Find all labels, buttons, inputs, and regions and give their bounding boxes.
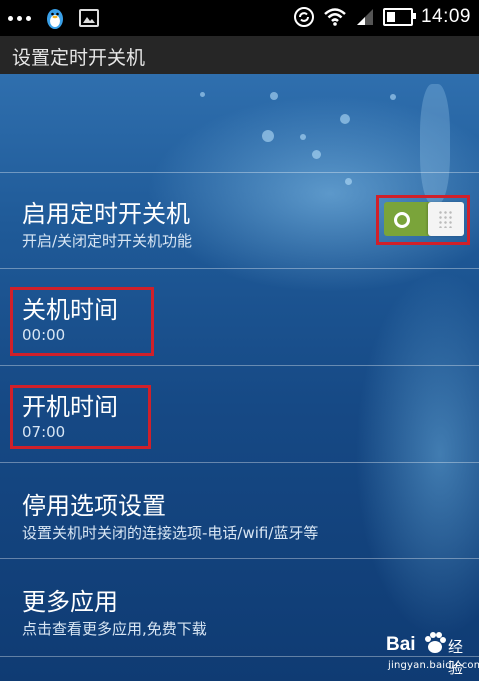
water-drop	[390, 94, 396, 100]
highlight-box-boot	[10, 385, 151, 449]
more-notifications-icon	[8, 15, 31, 21]
water-drop	[270, 92, 278, 100]
baidu-jingyan-watermark: Bai 经验 jingyan.baidu.com	[378, 626, 479, 678]
highlight-box-shutdown	[10, 287, 154, 356]
signal-icon	[356, 9, 373, 25]
qq-penguin-icon	[47, 9, 63, 29]
setting-summary: 开启/关闭定时开关机功能	[22, 232, 193, 250]
water-drop	[300, 134, 306, 140]
water-drop	[312, 150, 321, 159]
water-drop	[340, 114, 350, 124]
setting-label: 更多应用	[22, 588, 118, 616]
image-notification-icon	[79, 9, 99, 27]
sync-icon	[293, 7, 314, 27]
setting-summary: 设置关机时关闭的连接选项-电话/wifi/蓝牙等	[22, 524, 319, 542]
battery-icon	[382, 8, 416, 26]
highlight-box-toggle	[376, 195, 470, 245]
page-title: 设置定时开关机	[12, 47, 146, 69]
baidu-paw-icon	[425, 632, 446, 653]
watermark-brand-cn: 经验	[448, 638, 464, 677]
setting-summary: 点击查看更多应用,免费下载	[22, 620, 207, 638]
watermark-url: jingyan.baidu.com	[388, 660, 479, 671]
wifi-icon	[324, 8, 346, 26]
status-bar: 14:09	[0, 0, 479, 36]
water-drop	[262, 130, 274, 142]
watermark-brand: Bai	[386, 634, 416, 655]
setting-disable-options[interactable]: 停用选项设置 设置关机时关闭的连接选项-电话/wifi/蓝牙等	[0, 462, 479, 558]
action-bar: 设置定时开关机	[0, 36, 479, 74]
setting-label: 停用选项设置	[22, 492, 166, 520]
clock-time: 14:09	[420, 6, 471, 27]
water-drop	[200, 92, 205, 97]
setting-label: 启用定时开关机	[22, 200, 190, 228]
